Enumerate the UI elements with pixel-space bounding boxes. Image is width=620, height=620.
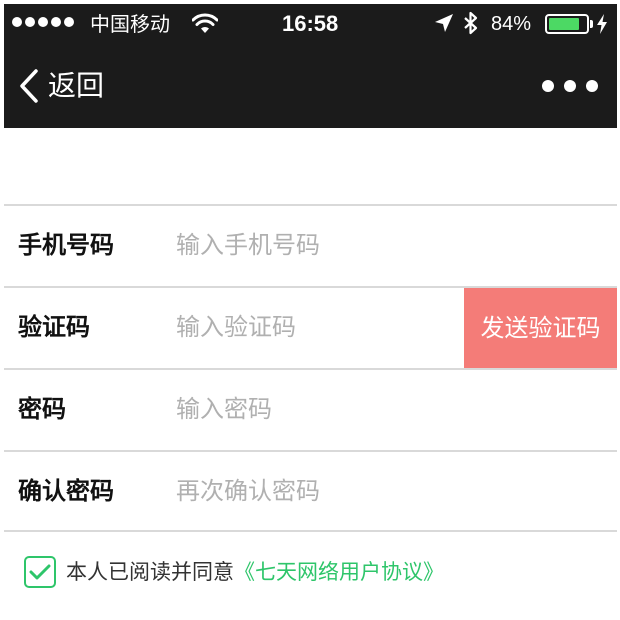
nav-bar: 返回 — [4, 44, 617, 128]
more-dots-icon[interactable] — [542, 72, 598, 100]
battery-icon — [545, 14, 589, 34]
agreement-link[interactable]: 《七天网络用户协议》 — [234, 557, 444, 587]
checkmark-icon — [29, 564, 51, 580]
wifi-icon — [191, 13, 219, 39]
code-label: 验证码 — [18, 313, 90, 341]
phone-label: 手机号码 — [18, 231, 114, 259]
battery-tip — [590, 20, 593, 28]
clock-time: 16:58 — [282, 11, 339, 36]
phone-screen: 中国移动 16:58 84% 返回 手机号码 输入手机号码 验证码 输入验证码 … — [4, 4, 617, 620]
confirm-password-label: 确认密码 — [18, 477, 114, 505]
agreement-text: 本人已阅读并同意 — [66, 560, 234, 584]
battery-percent: 84% — [491, 13, 532, 35]
bluetooth-icon — [463, 11, 479, 39]
phone-input[interactable] — [176, 226, 456, 264]
agreement: 本人已阅读并同意 《七天网络用户协议》 — [24, 554, 444, 590]
register-form: 手机号码 验证码 发送验证码 密码 确认密码 — [4, 204, 617, 532]
code-row: 验证码 发送验证码 — [4, 286, 617, 368]
code-input[interactable] — [176, 308, 456, 346]
battery-fill — [549, 18, 580, 30]
back-label: 返回 — [48, 69, 105, 102]
password-row: 密码 — [4, 368, 617, 450]
send-code-button[interactable]: 发送验证码 — [464, 288, 617, 368]
password-input[interactable] — [176, 390, 456, 428]
location-arrow-icon — [434, 13, 454, 37]
chevron-left-icon — [20, 69, 38, 103]
signal-dots-icon — [12, 17, 74, 27]
agree-checkbox[interactable] — [24, 556, 56, 588]
carrier-name: 中国移动 — [90, 12, 170, 36]
password-label: 密码 — [18, 395, 66, 423]
phone-row: 手机号码 — [4, 204, 617, 286]
spacer — [4, 128, 617, 206]
charging-bolt-icon — [596, 14, 608, 38]
back-button[interactable]: 返回 — [18, 66, 104, 106]
status-bar: 中国移动 16:58 84% — [4, 4, 617, 44]
confirm-password-input[interactable] — [176, 472, 456, 510]
confirm-password-row: 确认密码 — [4, 450, 617, 532]
